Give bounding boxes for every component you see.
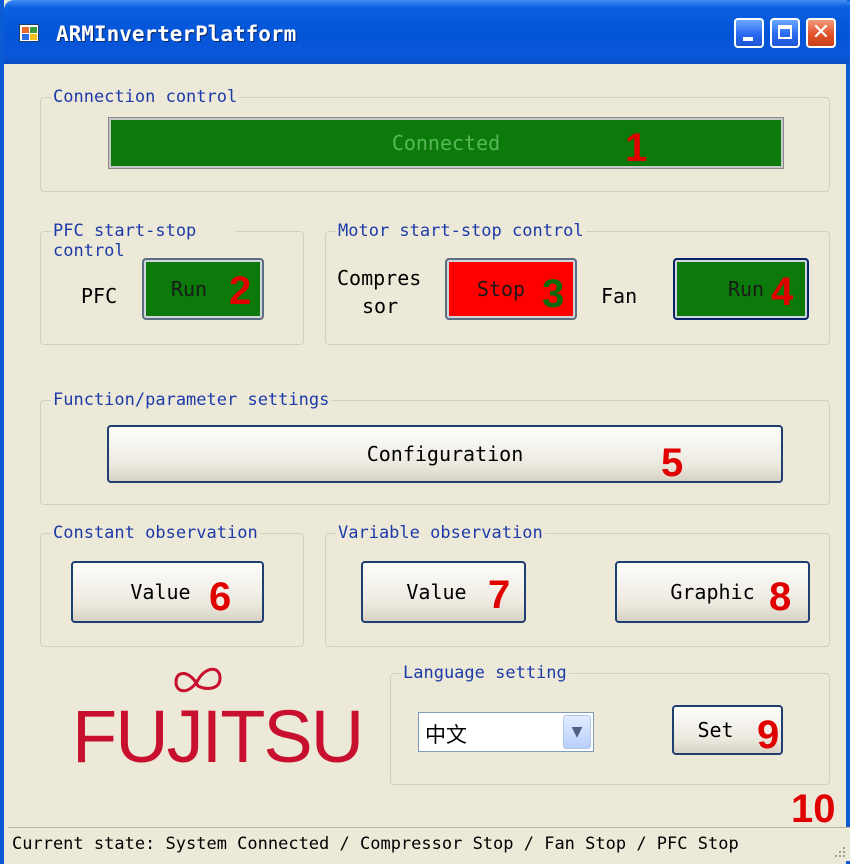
- pfc-control-label: PFC start-stop control: [51, 221, 235, 261]
- window-title: ARMInverterPlatform: [56, 22, 297, 46]
- minimize-icon: [743, 37, 753, 41]
- app-window: ARMInverterPlatform ✕ Connection control…: [0, 0, 850, 864]
- connection-status-button[interactable]: Connected: [108, 117, 784, 169]
- logo-text: FUJITSU: [72, 695, 364, 778]
- function-settings-label: Function/parameter settings: [51, 390, 332, 410]
- connection-control-label: Connection control: [51, 87, 240, 107]
- annotation-marker-5: 5: [661, 441, 684, 485]
- title-bar[interactable]: ARMInverterPlatform ✕: [4, 0, 850, 64]
- status-bar: Current state: System Connected / Compre…: [8, 827, 850, 861]
- annotation-marker-7: 7: [488, 573, 511, 617]
- resize-grip-icon[interactable]: [832, 844, 846, 858]
- maximize-icon: [778, 25, 792, 39]
- compressor-label-line1: Compres: [337, 266, 422, 290]
- minimize-button[interactable]: [734, 18, 764, 48]
- status-text: Current state: System Connected / Compre…: [12, 834, 739, 854]
- close-icon: ✕: [811, 20, 831, 45]
- annotation-marker-4: 4: [771, 270, 794, 314]
- pfc-label: PFC: [81, 284, 118, 308]
- language-select-value: 中文: [425, 723, 467, 747]
- chevron-down-icon[interactable]: ▼: [563, 715, 591, 749]
- motor-control-label: Motor start-stop control: [336, 221, 586, 241]
- constant-value-button[interactable]: Value: [71, 561, 264, 623]
- language-select[interactable]: 中文 ▼: [418, 712, 594, 752]
- annotation-marker-6: 6: [209, 575, 232, 619]
- close-button[interactable]: ✕: [806, 18, 836, 48]
- language-setting-label: Language setting: [401, 663, 569, 683]
- fan-label: Fan: [601, 284, 638, 308]
- annotation-marker-3: 3: [542, 272, 565, 316]
- annotation-marker-1: 1: [625, 126, 648, 170]
- constant-observation-label: Constant observation: [51, 523, 260, 543]
- annotation-marker-8: 8: [769, 575, 792, 619]
- annotation-marker-9: 9: [757, 713, 780, 757]
- maximize-button[interactable]: [770, 18, 800, 48]
- compressor-label-line2: sor: [362, 294, 399, 318]
- fujitsu-logo: FUJITSU: [72, 660, 364, 775]
- variable-observation-label: Variable observation: [336, 523, 545, 543]
- annotation-marker-10: 10: [791, 787, 836, 831]
- app-icon: [19, 24, 39, 42]
- annotation-marker-2: 2: [229, 269, 252, 313]
